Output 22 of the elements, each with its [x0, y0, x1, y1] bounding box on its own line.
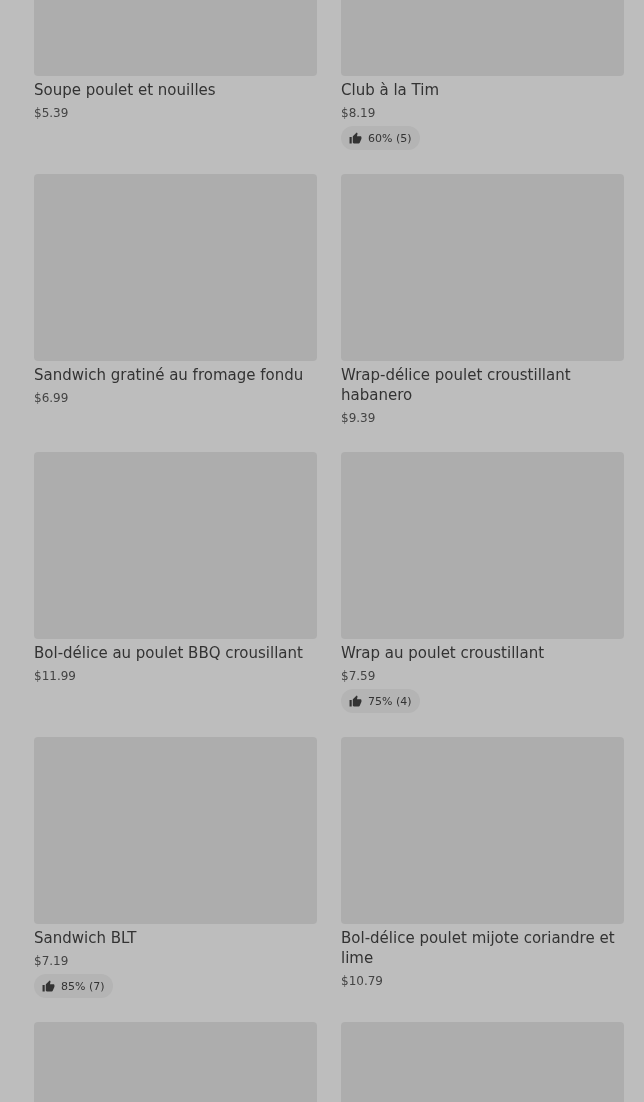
thumbs-up-icon: [349, 131, 362, 145]
item-price: $7.59: [341, 668, 376, 685]
item-price: $9.39: [341, 410, 376, 427]
item-name[interactable]: Wrap au poulet croustillant: [341, 643, 545, 663]
item-price: $11.99: [34, 668, 76, 685]
rating-badge: 60% (5): [341, 126, 420, 150]
rating-badge: 85% (7): [34, 974, 113, 998]
item-price: $6.99: [34, 390, 69, 407]
rating-badge: 75% (4): [341, 689, 420, 713]
item-name[interactable]: Club à la Tim: [341, 80, 439, 100]
item-name[interactable]: Sandwich BLT: [34, 928, 137, 948]
item-name[interactable]: Bol-délice au poulet BBQ crousillant: [34, 643, 303, 663]
item-price: $5.39: [34, 105, 69, 122]
item-name[interactable]: Bol-délice poulet mijote coriandre et lime: [341, 928, 624, 968]
item-price: $8.19: [341, 105, 376, 122]
item-name[interactable]: Wrap-délice poulet croustillant habanero: [341, 365, 624, 405]
item-name[interactable]: Sandwich gratiné au fromage fondu: [34, 365, 304, 385]
thumbs-up-icon: [42, 979, 55, 993]
item-price: $10.79: [341, 973, 383, 990]
item-price: $7.19: [34, 953, 69, 970]
thumbs-up-icon: [349, 694, 362, 708]
item-name[interactable]: Soupe poulet et nouilles: [34, 80, 216, 100]
